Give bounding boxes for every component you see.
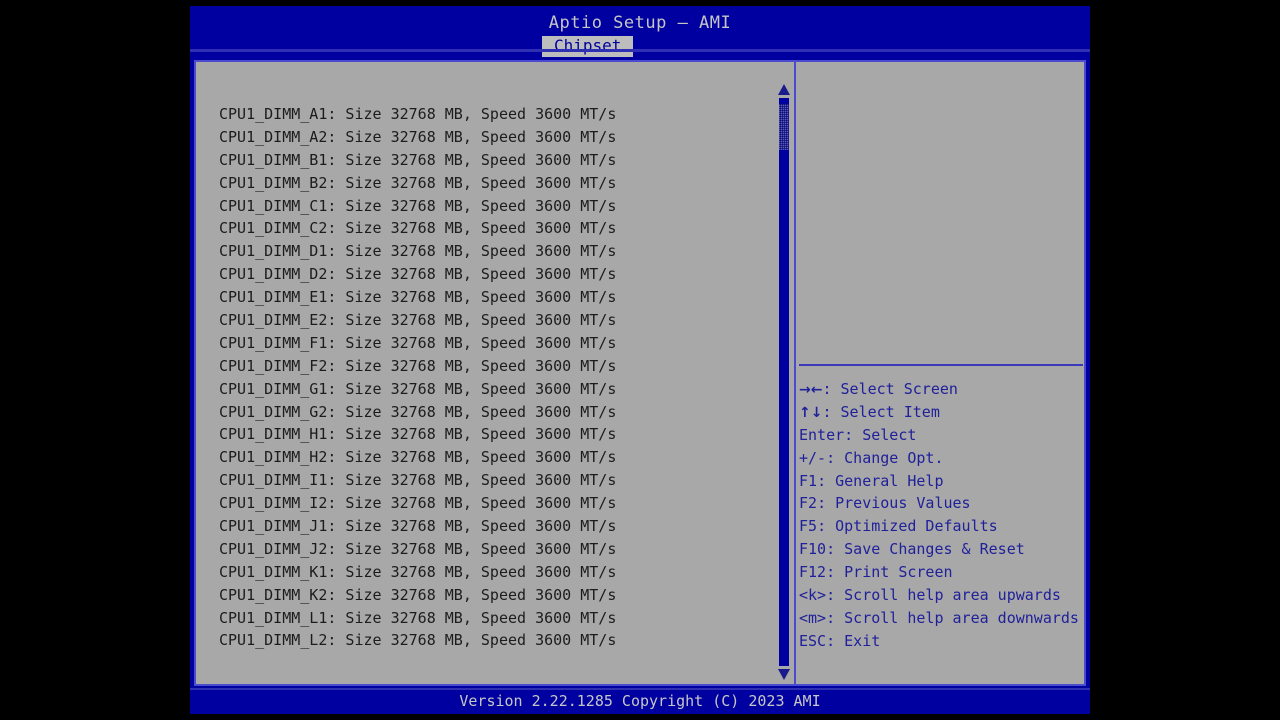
dimm-row[interactable]: CPU1_DIMM_J2: Size 32768 MB, Speed 3600 …	[219, 538, 779, 561]
legend-action: : Select	[844, 425, 917, 444]
dimm-row[interactable]: CPU1_DIMM_L1: Size 32768 MB, Speed 3600 …	[219, 607, 779, 630]
dimm-row[interactable]: CPU1_DIMM_D2: Size 32768 MB, Speed 3600 …	[219, 263, 779, 286]
dimm-row[interactable]: CPU1_DIMM_A2: Size 32768 MB, Speed 3600 …	[219, 126, 779, 149]
vertical-scrollbar[interactable]	[777, 84, 793, 680]
dimm-row[interactable]: CPU1_DIMM_C1: Size 32768 MB, Speed 3600 …	[219, 195, 779, 218]
dimm-row[interactable]: CPU1_DIMM_E2: Size 32768 MB, Speed 3600 …	[219, 309, 779, 332]
legend-key: Enter	[799, 425, 845, 444]
dimm-row[interactable]: CPU1_DIMM_A1: Size 32768 MB, Speed 3600 …	[219, 103, 779, 126]
legend-row: F2: Previous Values	[799, 492, 1084, 515]
legend-key: F12	[799, 563, 827, 582]
dimm-row[interactable]: CPU1_DIMM_E1: Size 32768 MB, Speed 3600 …	[219, 286, 779, 309]
dimm-row[interactable]: CPU1_DIMM_D1: Size 32768 MB, Speed 3600 …	[219, 240, 779, 263]
legend-action: : Previous Values	[817, 494, 971, 513]
legend-key: F1	[799, 471, 818, 490]
legend-row: F5: Optimized Defaults	[799, 515, 1084, 538]
dimm-row[interactable]: CPU1_DIMM_I1: Size 32768 MB, Speed 3600 …	[219, 469, 779, 492]
legend-row: F1: General Help	[799, 470, 1084, 493]
dimm-list: CPU1_DIMM_A1: Size 32768 MB, Speed 3600 …	[219, 103, 779, 652]
legend-action: : Scroll help area downwards	[826, 608, 1079, 627]
legend-key: F5	[799, 517, 818, 536]
legend-row: Enter: Select	[799, 424, 1084, 447]
legend-row: F10: Save Changes & Reset	[799, 538, 1084, 561]
legend-action: : Print Screen	[826, 563, 953, 582]
legend-row: <m>: Scroll help area downwards	[799, 607, 1084, 630]
legend-key: +/-	[799, 448, 827, 467]
legend-action: : Select Item	[822, 402, 940, 421]
dimm-row[interactable]: CPU1_DIMM_L2: Size 32768 MB, Speed 3600 …	[219, 629, 779, 652]
legend-row: →←: Select Screen	[799, 378, 1084, 401]
dimm-list-pane: CPU1_DIMM_A1: Size 32768 MB, Speed 3600 …	[196, 62, 788, 684]
legend-row: <k>: Scroll help area upwards	[799, 584, 1084, 607]
dimm-row[interactable]: CPU1_DIMM_H1: Size 32768 MB, Speed 3600 …	[219, 423, 779, 446]
footer-bar: Version 2.22.1285 Copyright (C) 2023 AMI	[190, 688, 1090, 714]
legend-action: : Save Changes & Reset	[826, 540, 1025, 559]
legend-action: : Exit	[826, 631, 881, 650]
legend-action: : Change Opt.	[826, 448, 944, 467]
dimm-row[interactable]: CPU1_DIMM_B2: Size 32768 MB, Speed 3600 …	[219, 172, 779, 195]
triangle-down-icon[interactable]	[778, 669, 790, 680]
legend-key: ESC	[799, 631, 827, 650]
legend-key: F2	[799, 494, 818, 513]
scrollbar-thumb[interactable]	[779, 104, 789, 150]
legend-key: <k>	[799, 586, 827, 605]
tab-chipset[interactable]: Chipset	[542, 36, 634, 57]
dimm-row[interactable]: CPU1_DIMM_K1: Size 32768 MB, Speed 3600 …	[219, 561, 779, 584]
legend-key: →←	[799, 382, 823, 398]
key-legend-list: →←: Select Screen ↑↓: Select Item Enter: S…	[799, 378, 1084, 653]
dimm-row[interactable]: CPU1_DIMM_C2: Size 32768 MB, Speed 3600 …	[219, 217, 779, 240]
dimm-row[interactable]: CPU1_DIMM_F2: Size 32768 MB, Speed 3600 …	[219, 355, 779, 378]
legend-action: : Select Screen	[822, 380, 958, 398]
bios-setup-window: Aptio Setup – AMI Chipset CPU1_DIMM_A1: …	[190, 6, 1090, 714]
dimm-row[interactable]: CPU1_DIMM_B1: Size 32768 MB, Speed 3600 …	[219, 149, 779, 172]
scrollbar-track[interactable]	[779, 98, 789, 666]
help-description-area	[796, 62, 1084, 362]
dimm-row[interactable]: CPU1_DIMM_K2: Size 32768 MB, Speed 3600 …	[219, 584, 779, 607]
help-pane: →←: Select Screen ↑↓: Select Item Enter: S…	[796, 62, 1084, 684]
body-frame: CPU1_DIMM_A1: Size 32768 MB, Speed 3600 …	[194, 60, 1086, 686]
legend-action: : Scroll help area upwards	[826, 586, 1061, 605]
legend-action: : Optimized Defaults	[817, 517, 998, 536]
legend-key: ↑↓	[799, 404, 823, 421]
title-bar: Aptio Setup – AMI Chipset	[190, 6, 1090, 57]
legend-row: ESC: Exit	[799, 630, 1084, 653]
footer-topline	[190, 688, 1090, 690]
legend-action: : General Help	[817, 471, 944, 490]
dimm-row[interactable]: CPU1_DIMM_G2: Size 32768 MB, Speed 3600 …	[219, 401, 779, 424]
legend-row: F12: Print Screen	[799, 561, 1084, 584]
dimm-row[interactable]: CPU1_DIMM_I2: Size 32768 MB, Speed 3600 …	[219, 492, 779, 515]
dimm-row[interactable]: CPU1_DIMM_H2: Size 32768 MB, Speed 3600 …	[219, 446, 779, 469]
dimm-row[interactable]: CPU1_DIMM_J1: Size 32768 MB, Speed 3600 …	[219, 515, 779, 538]
legend-row: ↑↓: Select Item	[799, 401, 1084, 424]
legend-key: <m>	[799, 608, 827, 627]
legend-key: F10	[799, 540, 827, 559]
title-underline	[190, 49, 1090, 52]
page-title: Aptio Setup – AMI	[548, 13, 732, 33]
version-text: Version 2.22.1285 Copyright (C) 2023 AMI	[459, 692, 821, 710]
dimm-row[interactable]: CPU1_DIMM_F1: Size 32768 MB, Speed 3600 …	[219, 332, 779, 355]
triangle-up-icon[interactable]	[778, 84, 790, 95]
legend-row: +/-: Change Opt.	[799, 447, 1084, 470]
dimm-row[interactable]: CPU1_DIMM_G1: Size 32768 MB, Speed 3600 …	[219, 378, 779, 401]
help-separator	[799, 364, 1083, 366]
